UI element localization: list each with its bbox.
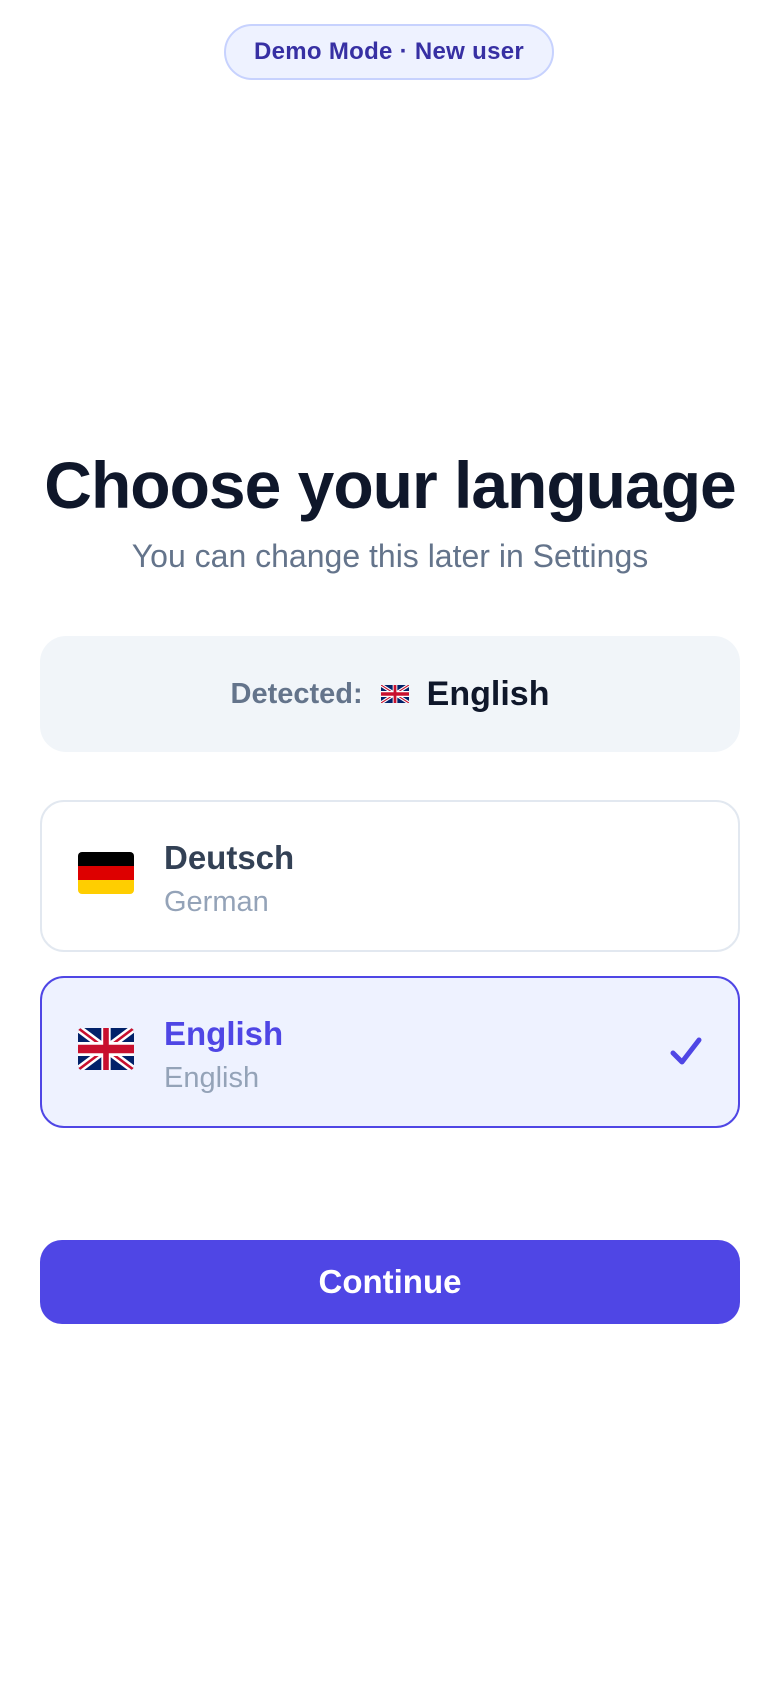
language-option-english[interactable]: English English [40,976,740,1128]
page-title: Choose your language [44,448,736,522]
language-name: English [164,1015,284,1052]
language-option-deutsch[interactable]: Deutsch German [40,800,740,952]
detected-language-value: English [426,674,550,713]
uk-flag-icon [380,683,410,705]
demo-mode-badge: Demo Mode · New user [224,24,554,80]
checkmark-icon [668,1034,704,1070]
language-name: Deutsch [164,839,295,876]
language-english-name: German [164,886,269,918]
page-subtitle: You can change this later in Settings [131,538,649,574]
continue-button[interactable]: Continue [40,1240,740,1324]
language-english-name: English [164,1062,260,1094]
german-flag-icon [78,852,134,894]
detected-label: Detected: [230,677,363,710]
detected-language-panel: Detected: English [40,636,740,752]
uk-flag-icon [78,1028,134,1070]
